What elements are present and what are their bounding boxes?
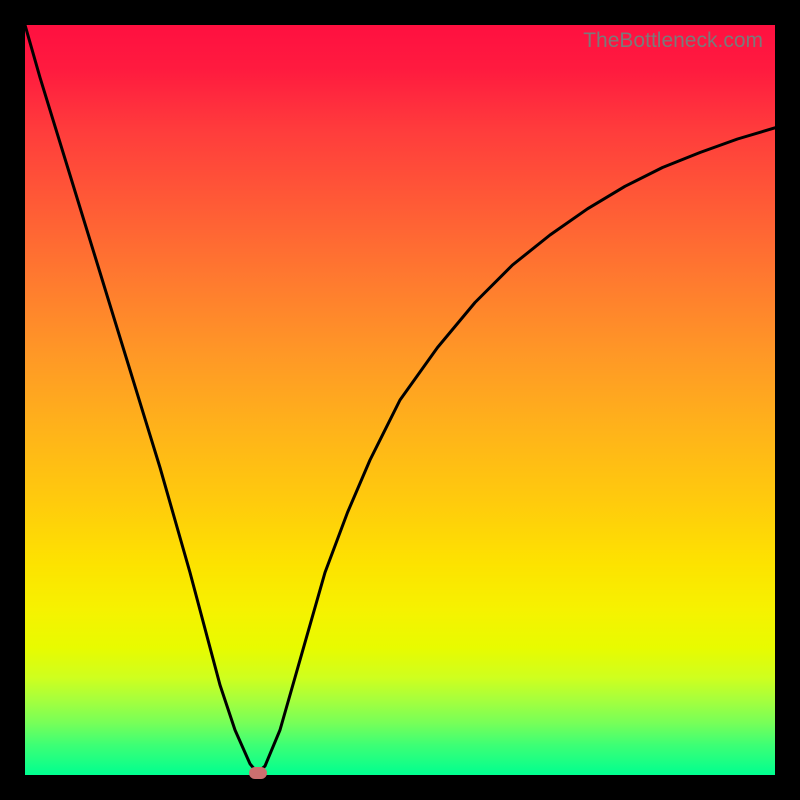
chart-frame: TheBottleneck.com [0, 0, 800, 800]
minimum-marker [249, 767, 267, 779]
curve-svg [25, 25, 775, 775]
plot-area: TheBottleneck.com [25, 25, 775, 775]
bottleneck-curve-path [25, 25, 775, 773]
